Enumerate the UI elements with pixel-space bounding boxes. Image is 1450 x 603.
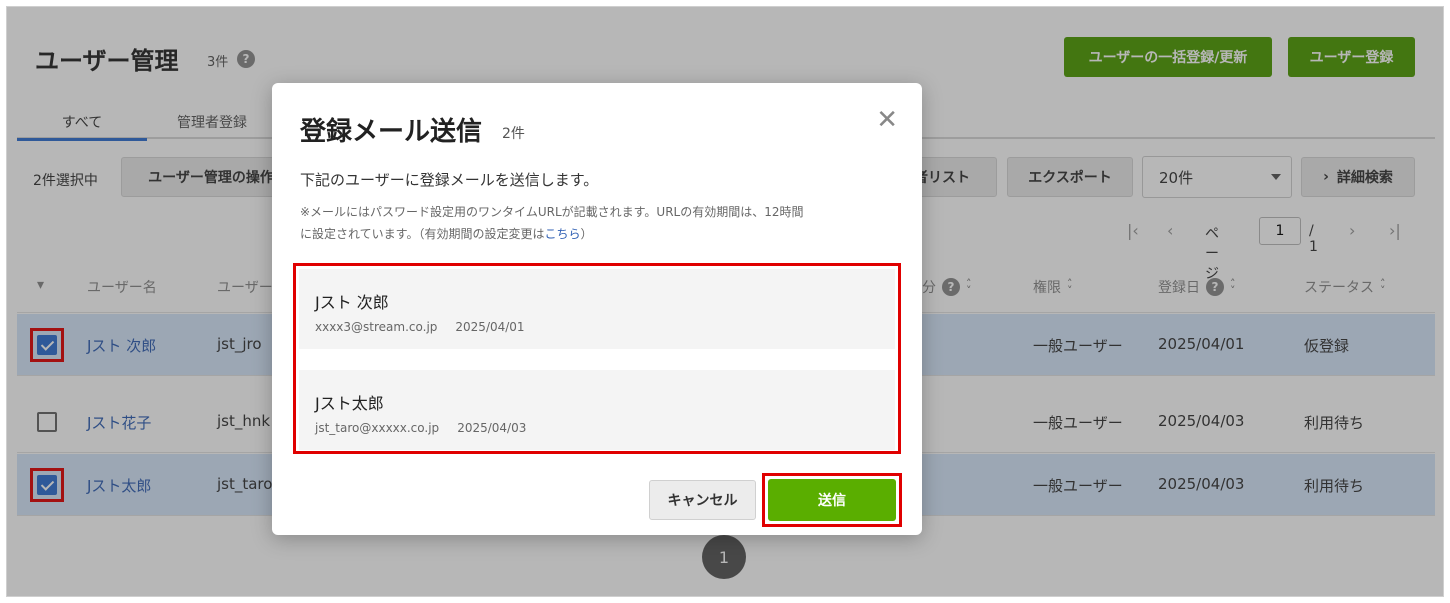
send-button-highlight: 送信: [762, 473, 902, 527]
recipient-name: Jスト 次郎: [315, 293, 389, 312]
recipient-date: 2025/04/03: [457, 421, 527, 435]
recipient-email: xxxx3@stream.co.jp: [315, 320, 438, 334]
cancel-button[interactable]: キャンセル: [649, 480, 756, 520]
send-button[interactable]: 送信: [768, 479, 896, 521]
recipient-date: 2025/04/01: [455, 320, 525, 334]
dialog-description: 下記のユーザーに登録メールを送信します。: [300, 171, 599, 189]
dialog-note: ※メールにはパスワード設定用のワンタイムURLが記載されます。URLの有効期間は…: [300, 201, 900, 245]
recipient-name: Jスト太郎: [315, 394, 384, 413]
recipient-meta: jst_taro@xxxxx.co.jp 2025/04/03: [315, 421, 526, 435]
list-item: Jスト 次郎 xxxx3@stream.co.jp 2025/04/01: [299, 269, 895, 349]
recipient-email: jst_taro@xxxxx.co.jp: [315, 421, 440, 435]
settings-link[interactable]: こちら: [544, 227, 580, 241]
send-mail-dialog: 登録メール送信 2件 ✕ 下記のユーザーに登録メールを送信します。 ※メールには…: [272, 83, 922, 535]
dialog-count: 2件: [502, 126, 525, 142]
recipient-list: Jスト 次郎 xxxx3@stream.co.jp 2025/04/01 Jスト太…: [293, 263, 901, 454]
note-tail: ）: [580, 227, 593, 241]
list-item: Jスト太郎 jst_taro@xxxxx.co.jp 2025/04/03: [299, 370, 895, 450]
note-line-2: に設定されています。（有効期間の設定変更は: [300, 227, 545, 241]
dialog-title: 登録メール送信: [300, 117, 483, 147]
close-icon[interactable]: ✕: [876, 105, 898, 135]
recipient-meta: xxxx3@stream.co.jp 2025/04/01: [315, 320, 525, 334]
note-line-1: ※メールにはパスワード設定用のワンタイムURLが記載されます。URLの有効期間は…: [300, 205, 804, 219]
app-window: ユーザー管理 3件 ? ユーザーの一括登録/更新 ユーザー登録 すべて 管理者登…: [6, 6, 1444, 597]
